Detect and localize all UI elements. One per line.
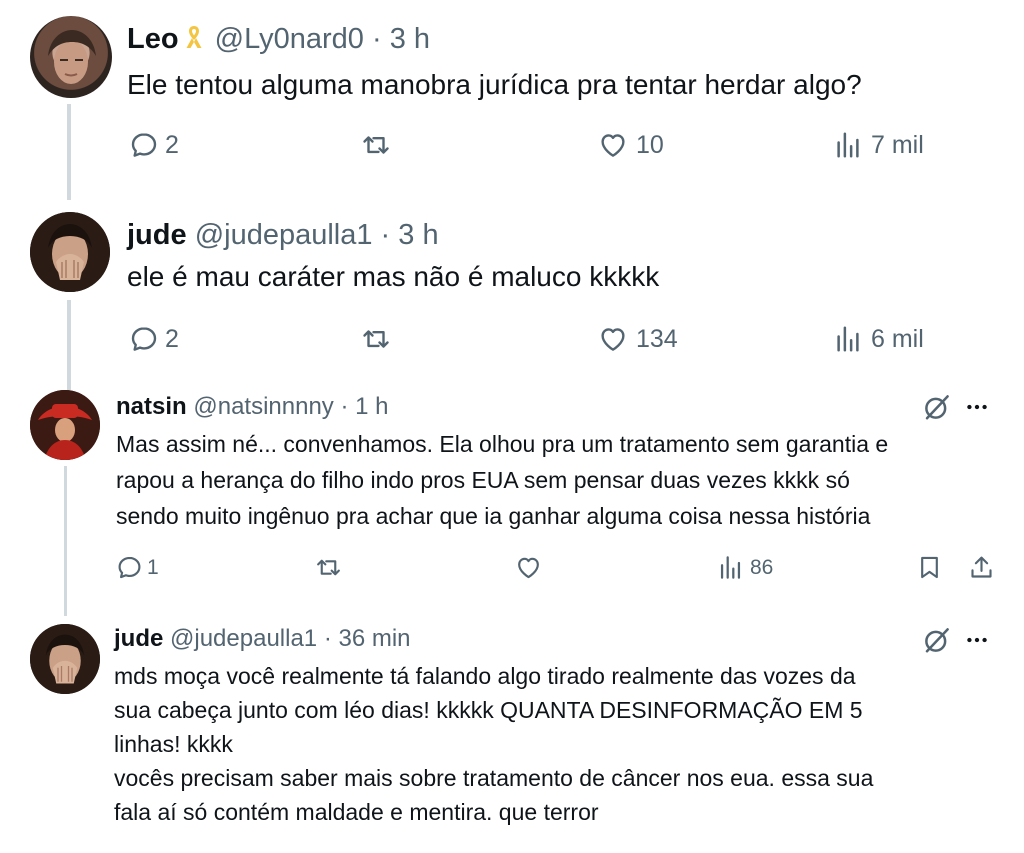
tweet-header: natsin @natsinnnny · 1 h bbox=[116, 393, 389, 421]
reply-count: 2 bbox=[165, 324, 179, 353]
views-icon bbox=[833, 324, 863, 354]
like-count: 10 bbox=[636, 130, 664, 159]
reply-count: 1 bbox=[147, 555, 159, 579]
views-button[interactable]: 6 mil bbox=[833, 324, 924, 354]
views-icon bbox=[717, 554, 744, 581]
retweet-icon bbox=[360, 130, 392, 160]
views-count: 6 mil bbox=[871, 324, 924, 353]
text-line: Ele tentou alguma manobra jurídica pra t… bbox=[127, 69, 862, 100]
retweet-button[interactable] bbox=[314, 554, 343, 581]
profile-photo-leo bbox=[48, 30, 96, 84]
avatar[interactable] bbox=[30, 390, 100, 460]
reply-count: 2 bbox=[165, 130, 179, 159]
timestamp[interactable]: · 36 min bbox=[324, 625, 411, 652]
like-button[interactable] bbox=[515, 554, 542, 581]
views-count: 86 bbox=[750, 555, 774, 579]
share-button[interactable] bbox=[968, 554, 995, 581]
username[interactable]: @judepaulla1 bbox=[195, 219, 373, 251]
views-icon bbox=[833, 130, 863, 160]
avatar[interactable] bbox=[30, 624, 100, 694]
text-line: vocês precisam saber mais sobre tratamen… bbox=[114, 765, 874, 791]
tweet-header: Leo @Ly0nard0 · 3 h bbox=[127, 22, 430, 59]
tweet-natsin[interactable]: natsin @natsinnnny · 1 h Mas assim né...… bbox=[0, 378, 1024, 616]
more-icon[interactable] bbox=[964, 394, 990, 420]
profile-photo-jude bbox=[30, 212, 110, 292]
text-line: sendo muito ingênuo pra achar que ia gan… bbox=[116, 503, 871, 529]
reply-button[interactable]: 1 bbox=[116, 554, 159, 581]
display-name[interactable]: jude bbox=[114, 625, 163, 652]
text-line: sua cabeça junto com léo dias! kkkkk QUA… bbox=[114, 697, 863, 723]
profile-photo-natsin bbox=[30, 390, 100, 460]
thread-line bbox=[64, 466, 67, 616]
tweet-text: mds moça você realmente tá falando algo … bbox=[114, 659, 873, 829]
like-button[interactable]: 134 bbox=[598, 324, 678, 354]
display-name[interactable]: jude bbox=[127, 219, 187, 251]
tweet-actions: 1 86 bbox=[0, 552, 1024, 588]
tweet-header: jude @judepaulla1 · 3 h bbox=[127, 218, 439, 252]
tweet-header: jude @judepaulla1 · 36 min bbox=[114, 625, 411, 653]
like-count: 134 bbox=[636, 324, 678, 353]
avatar[interactable] bbox=[30, 212, 110, 292]
text-line: ele é mau caráter mas não é maluco kkkkk bbox=[127, 261, 660, 292]
profile-photo-jude bbox=[30, 624, 100, 694]
share-icon bbox=[968, 554, 995, 581]
text-line: mds moça você realmente tá falando algo … bbox=[114, 663, 856, 689]
avatar[interactable] bbox=[30, 16, 112, 98]
tweet-text: ele é mau caráter mas não é maluco kkkkk bbox=[127, 258, 659, 296]
grok-icon[interactable] bbox=[922, 625, 952, 655]
grok-icon[interactable] bbox=[922, 392, 952, 422]
tweet-top-actions bbox=[922, 392, 990, 422]
display-name[interactable]: Leo bbox=[127, 23, 179, 55]
tweet-text: Ele tentou alguma manobra jurídica pra t… bbox=[127, 66, 862, 104]
tweet-jude-1[interactable]: jude @judepaulla1 · 3 h ele é mau caráte… bbox=[0, 190, 1024, 390]
timestamp[interactable]: · 1 h bbox=[340, 393, 388, 420]
more-icon[interactable] bbox=[964, 627, 990, 653]
retweet-button[interactable] bbox=[360, 324, 392, 354]
tweet-leo[interactable]: Leo @Ly0nard0 · 3 h Ele tentou alguma ma… bbox=[0, 0, 1024, 200]
tweet-top-actions bbox=[922, 625, 990, 655]
timestamp[interactable]: · 3 h bbox=[381, 219, 439, 251]
retweet-button[interactable] bbox=[360, 130, 392, 160]
username[interactable]: @natsinnnny bbox=[193, 393, 333, 420]
text-line: linhas! kkkk bbox=[114, 731, 233, 757]
yellow-ribbon-icon bbox=[183, 23, 205, 59]
display-name[interactable]: natsin bbox=[116, 393, 187, 420]
text-line: Mas assim né... convenhamos. Ela olhou p… bbox=[116, 431, 889, 457]
bookmark-icon bbox=[916, 554, 943, 581]
views-button[interactable]: 86 bbox=[717, 554, 773, 581]
reply-icon bbox=[129, 130, 159, 160]
text-line: rapou a herança do filho indo pros EUA s… bbox=[116, 467, 850, 493]
reply-button[interactable]: 2 bbox=[129, 130, 179, 160]
tweet-text: Mas assim né... convenhamos. Ela olhou p… bbox=[116, 426, 888, 534]
like-icon bbox=[598, 130, 628, 160]
timestamp[interactable]: · 3 h bbox=[372, 23, 430, 55]
text-line: fala aí só contém maldade e mentira. que… bbox=[114, 799, 599, 825]
reply-button[interactable]: 2 bbox=[129, 324, 179, 354]
bookmark-button[interactable] bbox=[916, 554, 943, 581]
views-count: 7 mil bbox=[871, 130, 924, 159]
retweet-icon bbox=[314, 554, 343, 581]
retweet-icon bbox=[360, 324, 392, 354]
like-icon bbox=[515, 554, 542, 581]
username[interactable]: @judepaulla1 bbox=[170, 625, 317, 652]
reply-icon bbox=[116, 554, 143, 581]
views-button[interactable]: 7 mil bbox=[833, 130, 924, 160]
tweet-jude-2[interactable]: jude @judepaulla1 · 36 min mds moça você… bbox=[0, 612, 1024, 853]
reply-icon bbox=[129, 324, 159, 354]
like-icon bbox=[598, 324, 628, 354]
tweet-actions: 2 10 7 mil bbox=[0, 128, 1024, 168]
like-button[interactable]: 10 bbox=[598, 130, 664, 160]
tweet-actions: 2 134 6 mil bbox=[0, 322, 1024, 362]
username[interactable]: @Ly0nard0 bbox=[215, 23, 364, 55]
